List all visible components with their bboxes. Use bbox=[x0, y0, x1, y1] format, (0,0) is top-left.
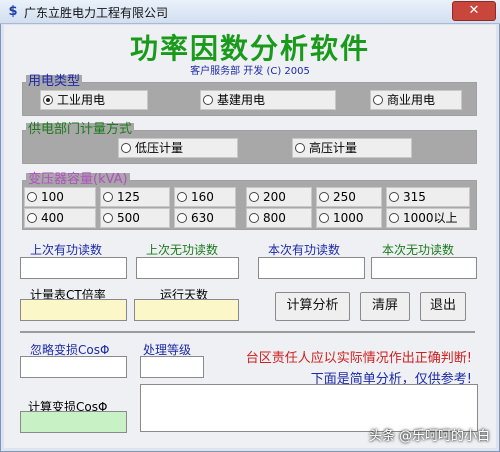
radio-dot-icon bbox=[203, 95, 213, 105]
last-reactive-input[interactable] bbox=[136, 257, 239, 279]
this-active-input[interactable] bbox=[258, 257, 365, 279]
radio-dot-icon bbox=[373, 95, 383, 105]
divider bbox=[20, 331, 475, 333]
radio-dot-icon bbox=[27, 213, 37, 223]
app-logo-icon: $ bbox=[8, 4, 18, 19]
radio-cap-630[interactable]: 630 bbox=[174, 208, 236, 228]
radio-low-voltage[interactable]: 低压计量 bbox=[118, 138, 238, 158]
radio-dot-icon bbox=[389, 192, 399, 202]
ct-ratio-input[interactable] bbox=[20, 299, 127, 321]
notice-judgement: 台区责任人应以实际情况作出正确判断! bbox=[245, 351, 472, 366]
title-bar: $ 广东立胜电力工程有限公司 ✕ bbox=[0, 0, 500, 24]
calculate-button[interactable]: 计算分析 bbox=[275, 292, 350, 321]
radio-industrial[interactable]: 工业用电 bbox=[40, 90, 148, 110]
radio-dot-icon bbox=[103, 192, 113, 202]
radio-cap-1000[interactable]: 1000 bbox=[316, 208, 382, 228]
radio-dot-icon bbox=[389, 213, 399, 223]
radio-high-voltage[interactable]: 高压计量 bbox=[292, 138, 412, 158]
radio-cap-160[interactable]: 160 bbox=[174, 187, 236, 207]
radio-cap-400[interactable]: 400 bbox=[24, 208, 96, 228]
this-reactive-label: 本次无功读数 bbox=[382, 243, 455, 257]
radio-cap-250[interactable]: 250 bbox=[316, 187, 382, 207]
exit-button[interactable]: 退出 bbox=[420, 292, 466, 321]
radio-cap-800[interactable]: 800 bbox=[246, 208, 312, 228]
radio-cap-200[interactable]: 200 bbox=[246, 187, 312, 207]
radio-dot-icon bbox=[27, 192, 37, 202]
radio-cap-125[interactable]: 125 bbox=[100, 187, 170, 207]
ignore-loss-input[interactable] bbox=[20, 356, 127, 378]
radio-dot-icon bbox=[249, 213, 259, 223]
radio-dot-icon bbox=[295, 143, 305, 153]
last-reactive-label: 上次无功读数 bbox=[146, 243, 219, 257]
electricity-type-label: 用电类型 bbox=[26, 74, 83, 89]
window-title: 广东立胜电力工程有限公司 bbox=[24, 6, 169, 20]
radio-cap-over-1000[interactable]: 1000以上 bbox=[386, 208, 470, 228]
app-title: 功率因数分析软件 bbox=[129, 32, 370, 65]
radio-dot-icon bbox=[121, 143, 131, 153]
this-active-label: 本次有功读数 bbox=[268, 243, 341, 257]
radio-dot-icon bbox=[249, 192, 259, 202]
radio-dot-icon bbox=[177, 213, 187, 223]
radio-dot-icon bbox=[103, 213, 113, 223]
transformer-label: 变压器容量(kVA) bbox=[26, 172, 130, 187]
last-active-label: 上次有功读数 bbox=[30, 243, 103, 257]
run-days-input[interactable] bbox=[134, 299, 239, 321]
calc-loss-input[interactable] bbox=[20, 411, 127, 433]
radio-dot-icon bbox=[319, 192, 329, 202]
radio-dot-icon bbox=[319, 213, 329, 223]
clear-button[interactable]: 清屏 bbox=[360, 292, 410, 321]
radio-construction[interactable]: 基建用电 bbox=[200, 90, 336, 110]
radio-dot-icon bbox=[43, 95, 53, 105]
this-reactive-input[interactable] bbox=[371, 257, 477, 279]
metering-label: 供电部门计量方式 bbox=[26, 122, 135, 137]
watermark: 头条 @乐呵呵的小白 bbox=[368, 429, 490, 444]
last-active-input[interactable] bbox=[20, 257, 127, 279]
radio-cap-100[interactable]: 100 bbox=[24, 187, 96, 207]
radio-cap-500[interactable]: 500 bbox=[100, 208, 170, 228]
radio-dot-icon bbox=[177, 192, 187, 202]
grade-input[interactable] bbox=[140, 356, 204, 378]
radio-commercial[interactable]: 商业用电 bbox=[370, 90, 462, 110]
close-button[interactable]: ✕ bbox=[452, 1, 496, 21]
radio-cap-315[interactable]: 315 bbox=[386, 187, 470, 207]
